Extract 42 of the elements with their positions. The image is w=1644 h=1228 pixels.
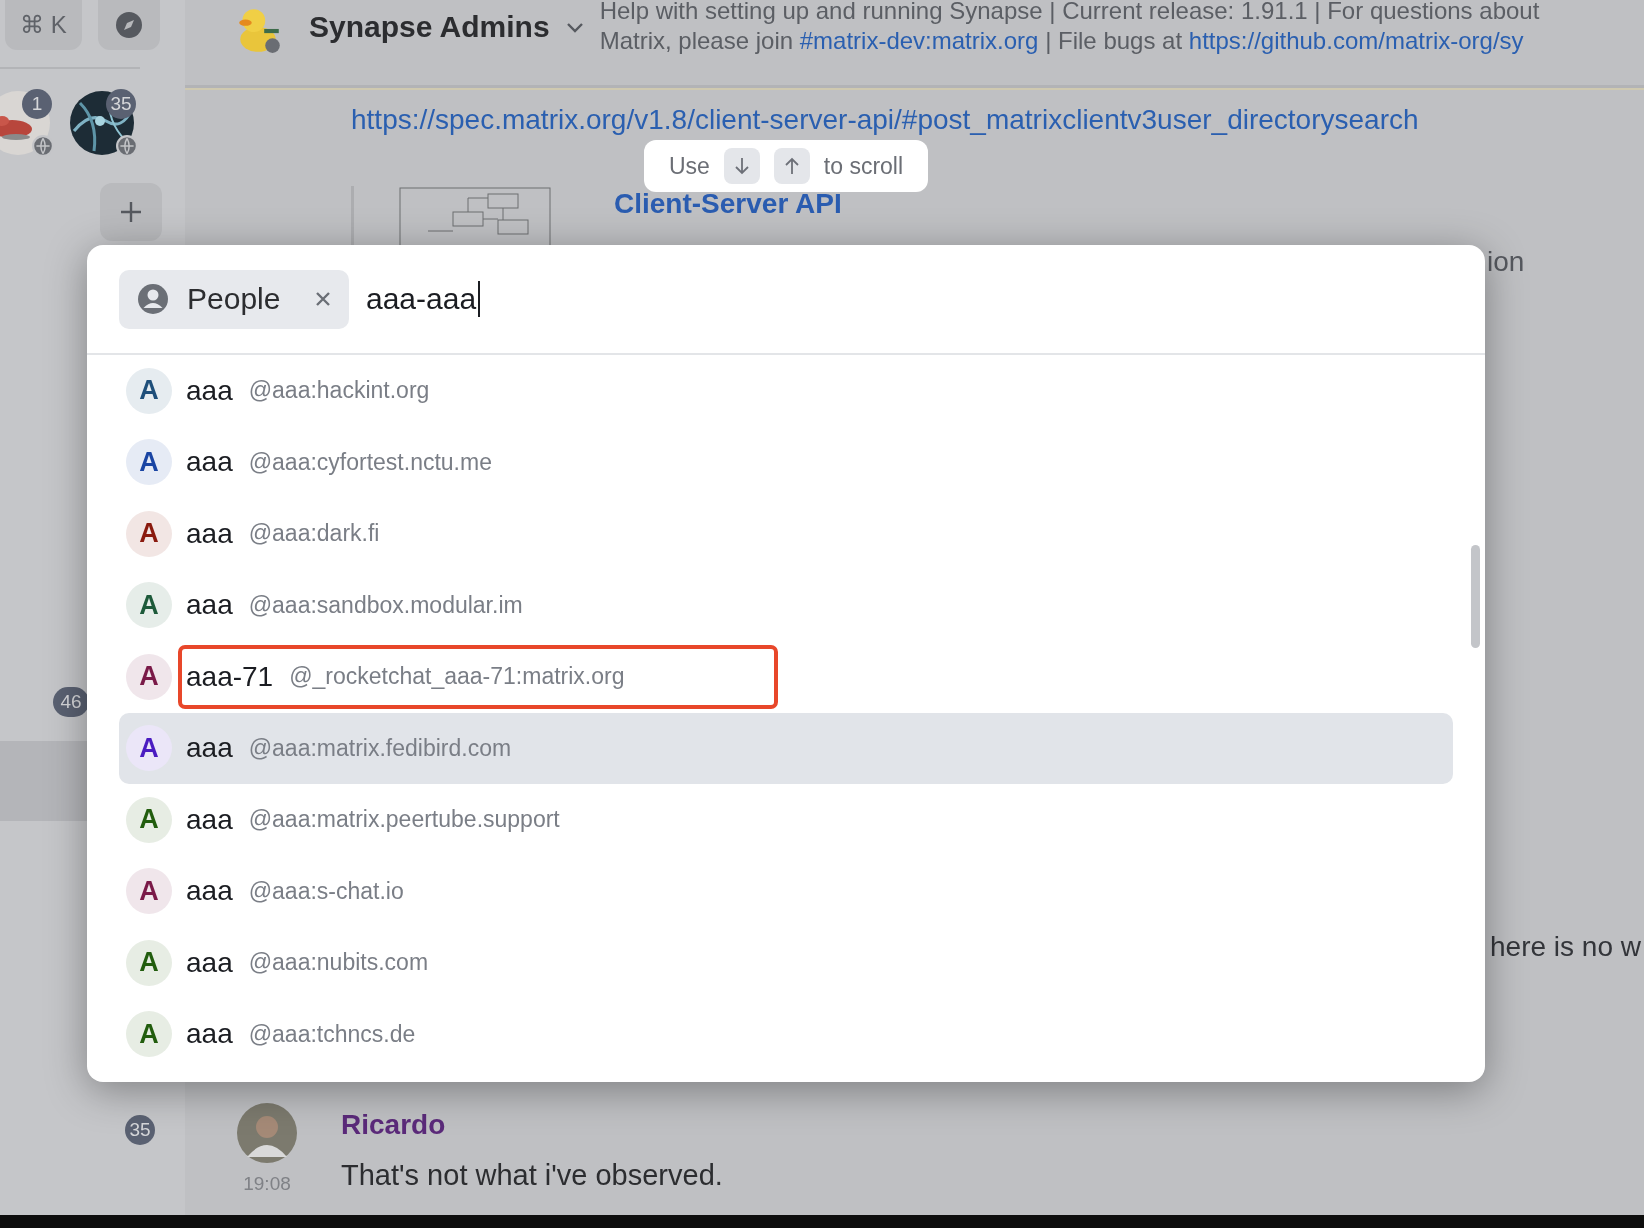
display-name: aaa bbox=[186, 446, 233, 479]
message-text: That's not what i've observed. bbox=[341, 1159, 723, 1192]
user-avatar: A bbox=[126, 582, 172, 629]
display-name: aaa bbox=[186, 946, 233, 979]
user-id: @aaa:matrix.fedibird.com bbox=[248, 734, 512, 762]
user-id: @aaa:matrix.peertube.support bbox=[248, 806, 560, 834]
user-avatar: A bbox=[126, 939, 172, 986]
user-avatar: A bbox=[126, 1011, 172, 1058]
user-id: @aaa:dark.fi bbox=[248, 520, 380, 548]
display-name: aaa bbox=[186, 803, 233, 836]
user-avatar: A bbox=[126, 725, 172, 772]
display-name: aaa bbox=[186, 732, 233, 765]
user-avatar: A bbox=[126, 796, 172, 843]
hint-text: to scroll bbox=[823, 152, 904, 180]
filter-label: People bbox=[187, 282, 282, 316]
display-name: aaa bbox=[186, 374, 233, 407]
unread-badge: 35 bbox=[125, 1115, 155, 1145]
room-topic: Help with setting up and running Synapse | Current release: 1.91.1 | For questions about bbox=[599, 0, 1540, 26]
user-id: @aaa:tchncs.de bbox=[248, 1020, 416, 1048]
display-name: aaa bbox=[186, 875, 233, 908]
user-id: @aaa:cyfortest.nctu.me bbox=[248, 448, 492, 476]
unread-badge: 1 bbox=[22, 89, 52, 119]
user-id: @aaa:nubits.com bbox=[248, 949, 429, 977]
user-id: @_rocketchat_aaa-71:matrix.org bbox=[289, 663, 625, 691]
user-avatar: A bbox=[126, 367, 172, 414]
user-id: @aaa:s-chat.io bbox=[248, 877, 404, 905]
user-id: @aaa:sandbox.modular.im bbox=[248, 591, 523, 619]
timestamp: 19:08 bbox=[243, 1173, 291, 1195]
user-avatar: A bbox=[126, 510, 172, 557]
preview-description: ion bbox=[1486, 246, 1526, 278]
user-avatar: A bbox=[126, 868, 172, 915]
display-name: aaa-71 bbox=[186, 660, 274, 693]
unread-badge: 35 bbox=[106, 89, 136, 119]
user-avatar: A bbox=[126, 439, 172, 486]
unread-badge: 46 bbox=[53, 687, 89, 717]
display-name: aaa bbox=[186, 1018, 233, 1051]
hint-text: Use bbox=[668, 152, 710, 180]
display-name: aaa bbox=[186, 517, 233, 550]
user-avatar: A bbox=[126, 653, 172, 700]
user-id: @aaa:hackint.org bbox=[248, 377, 430, 405]
room-topic: Matrix, please join #matrix-dev:matrix.org | File bugs at https://github.com/matrix-org/sy bbox=[599, 26, 1525, 56]
display-name: aaa bbox=[186, 589, 233, 622]
